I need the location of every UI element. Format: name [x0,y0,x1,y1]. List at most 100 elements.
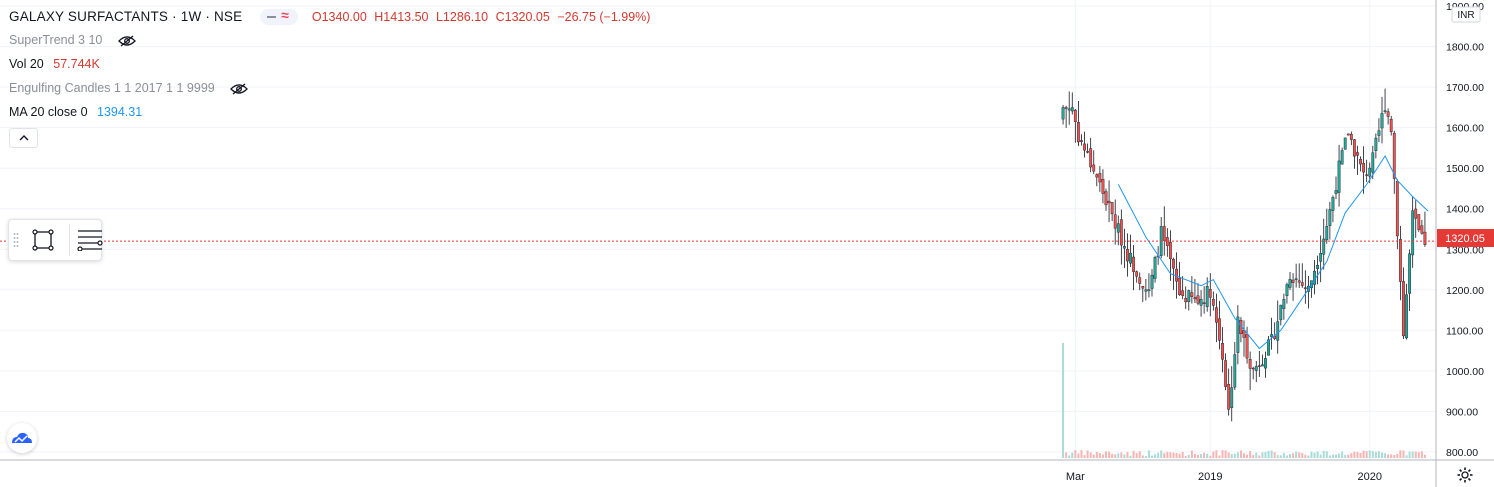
candle-body [1083,143,1086,151]
volume-bar [1151,455,1153,458]
volume-bar [1292,453,1295,458]
candle-body [1389,118,1393,133]
volume-bar [1298,452,1301,458]
volume-bar [1181,451,1184,458]
wave-icon: ≈ [281,7,289,24]
change-value: −26.75 (−1.99%) [557,10,651,24]
volume-bar [1236,452,1239,458]
lines-tool-icon[interactable] [77,229,103,251]
volume-bar [1227,452,1230,458]
candle-body [1150,274,1154,289]
volume-bar [1273,452,1276,458]
volume-bar [1089,452,1092,458]
candle-body [1282,299,1286,309]
volume-bar [1276,455,1279,458]
candle-body [1254,366,1258,371]
volume-bar [1135,453,1138,458]
volume-bar [1282,452,1285,458]
supertrend-legend[interactable]: SuperTrend 3 10 [9,33,136,47]
volume-bar [1310,451,1313,458]
price-chart[interactable]: 1900.001800.001700.001600.001500.001400.… [0,0,1494,487]
candle-body [1402,281,1405,337]
close-value: C1320.05 [495,10,550,24]
candle-body [1362,163,1366,173]
candle-body [1417,214,1421,230]
volume-bar [1365,451,1368,458]
hidden-eye-icon[interactable] [117,35,136,47]
vol-value: 57.744K [53,57,100,71]
candle-body [1208,289,1212,298]
volume-bar [1077,453,1080,458]
volume-bar [1325,451,1328,458]
volume-legend[interactable]: Vol 20 57.744K [9,57,100,71]
drawing-toolbar[interactable] [8,219,103,261]
candle-body [1319,253,1323,262]
candle-body [1414,208,1418,219]
volume-bar [1178,453,1181,458]
candle-body [1297,280,1301,283]
tradingview-logo[interactable] [7,423,37,453]
candle-body [1104,191,1108,206]
candle-body [1144,289,1148,292]
volume-bar [1267,450,1270,458]
volume-bar [1285,455,1288,458]
volume-bar [1166,451,1169,458]
price-tick-label: 1200.00 [1446,285,1484,297]
volume-bar [1243,453,1245,458]
collapse-legend-button[interactable] [9,128,38,148]
candle-body [1411,210,1415,256]
compare-toggle[interactable]: ≈ [260,7,299,26]
volume-bar [1335,454,1337,458]
candle-body [1080,140,1083,142]
candle-body [1294,278,1298,280]
candle-body [1356,152,1359,156]
candle-body [1089,148,1093,168]
high-value: H1413.50 [374,10,429,24]
volume-bar [1377,451,1380,458]
settings-gear-icon[interactable] [1457,467,1473,483]
volume-bar [1313,452,1316,458]
candle-body [1086,151,1090,153]
volume-bar [1393,454,1396,458]
candle-body [1395,181,1399,237]
candle-body [1423,231,1427,245]
time-axis[interactable]: Mar 2019 2020 [1066,471,1382,483]
volume-bar [1154,454,1157,458]
candle-body [1343,137,1347,150]
price-tick-label: 1800.00 [1446,42,1484,54]
volume-bar [1203,452,1206,458]
volume-bar [1414,451,1417,458]
volume-bar [1212,451,1215,458]
volume-bar [1105,451,1107,458]
volume-bar [1209,455,1212,458]
volume-bar [1126,452,1129,458]
engulfing-legend[interactable]: Engulfing Candles 1 1 2017 1 1 9999 [9,81,249,95]
price-tick-label: 900.00 [1446,406,1478,418]
price-tick-label: 1400.00 [1446,204,1484,216]
candle-body [1221,343,1224,360]
price-tick-label: 1600.00 [1446,123,1484,135]
candle-body [1070,107,1074,112]
time-tick-label: 2020 [1357,471,1381,483]
volume-bar [1279,455,1282,458]
ohlc-values: O1340.00 H1413.50 L1286.10 C1320.05 −26.… [312,10,655,24]
volume-bar [1147,450,1150,458]
volume-bar [1101,454,1104,458]
symbol-title[interactable]: GALAXY SURFACTANTS · 1W · NSE [9,9,242,24]
volume-bar [1304,454,1307,458]
candle-body [1368,167,1372,177]
candle-body [1245,334,1249,359]
drag-handle-icon[interactable] [13,232,19,248]
candle-body [1107,200,1111,204]
candle-body [1288,279,1292,288]
ma-legend[interactable]: MA 20 close 0 1394.31 [9,105,142,119]
volume-bar [1206,453,1209,458]
rectangle-tool-icon[interactable] [31,228,55,252]
volume-bar [1120,452,1123,458]
cloud-logo-icon [12,432,32,443]
candle-body [1184,297,1188,303]
volume-bar [1338,453,1341,458]
hidden-eye-icon[interactable] [230,83,249,95]
volume-bar [1301,453,1304,458]
candle-body [1061,107,1065,120]
